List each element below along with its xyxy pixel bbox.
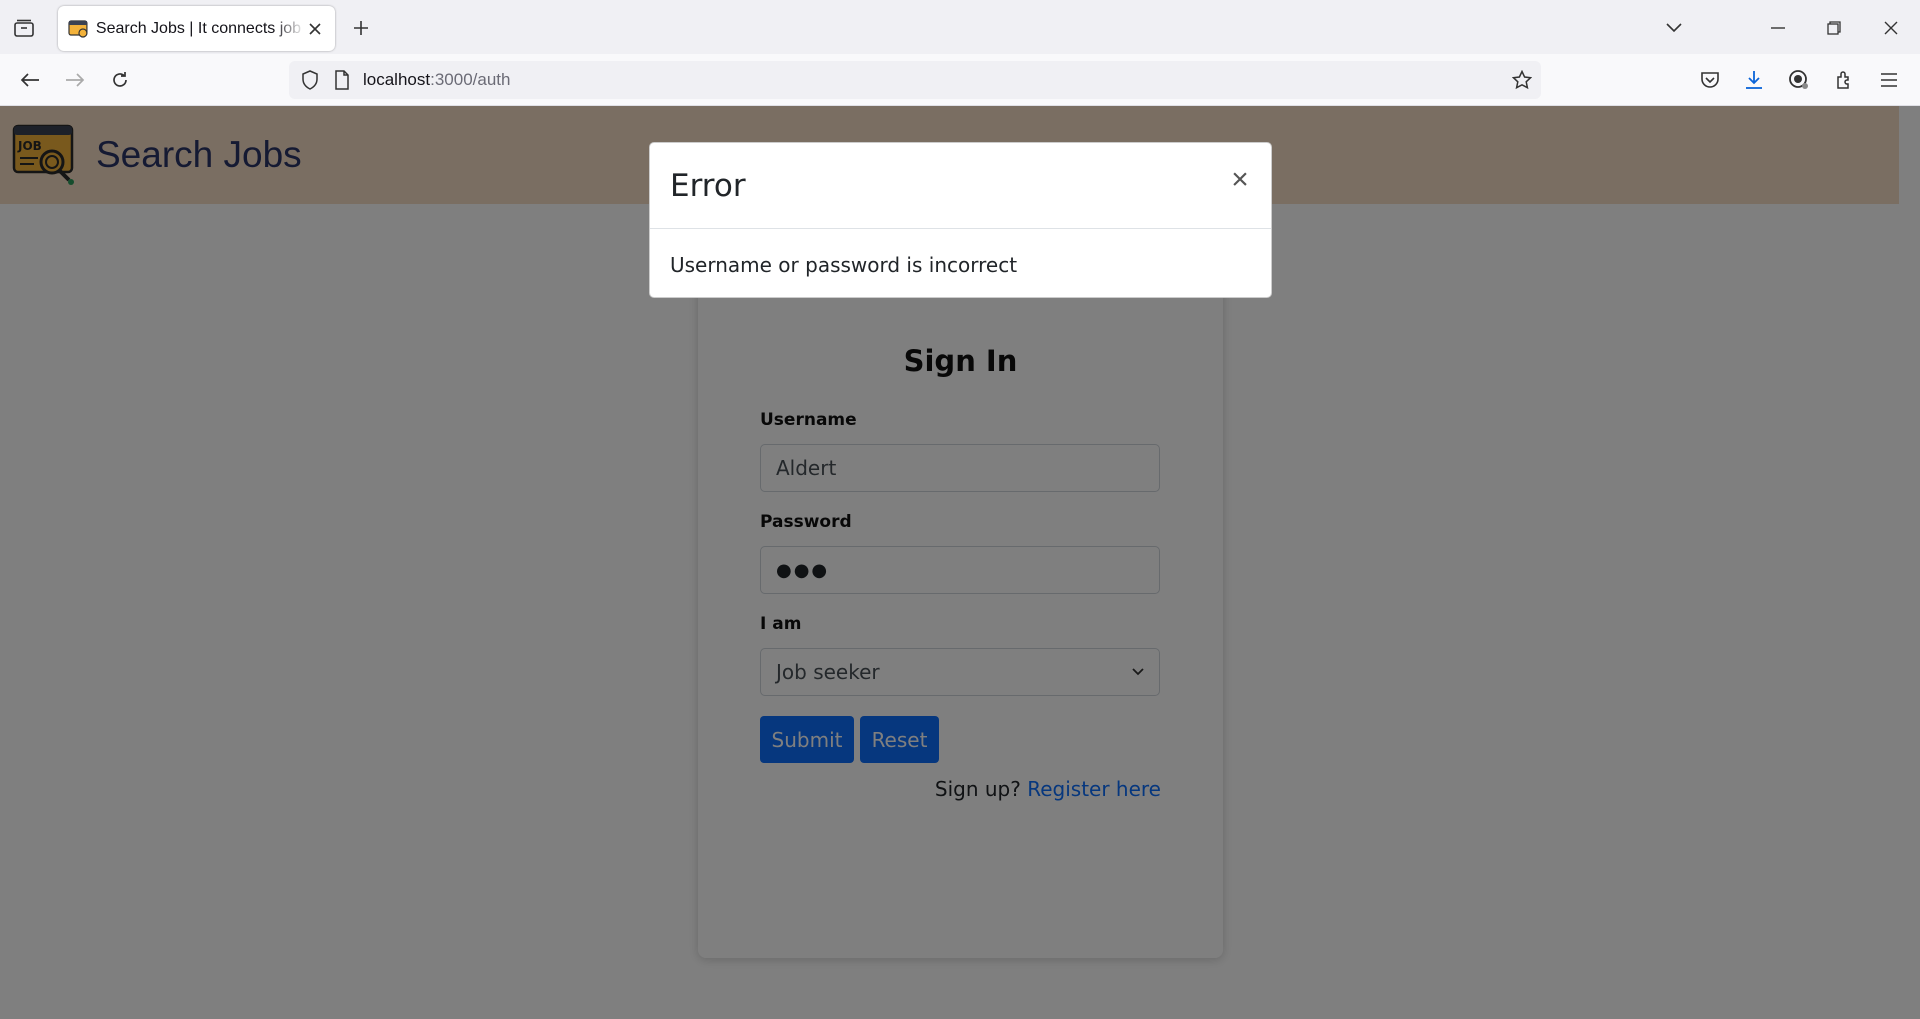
close-icon[interactable]: × [1227, 165, 1253, 195]
tab-title: Search Jobs | It connects job seekers [95, 19, 305, 37]
url-text[interactable]: localhost:3000/auth [363, 70, 510, 90]
back-icon[interactable] [17, 67, 43, 93]
restore-icon[interactable] [1820, 14, 1848, 42]
app-menu-icon[interactable] [1876, 67, 1902, 93]
url-path: :3000/auth [430, 70, 511, 89]
modal-header: Error × [650, 143, 1271, 229]
pocket-icon[interactable] [1697, 67, 1723, 93]
url-host: localhost [363, 70, 431, 89]
job-favicon-icon [68, 19, 88, 38]
error-modal: Error × Username or password is incorrec… [649, 142, 1272, 298]
extensions-icon[interactable] [1831, 67, 1857, 93]
web-page: JOB Search Jobs Sign In Username Aldert … [0, 106, 1920, 1019]
browser-tab-bar: Search Jobs | It connects job seekers [0, 0, 1920, 54]
downloads-icon[interactable] [1741, 67, 1767, 93]
list-all-tabs-icon[interactable] [1660, 14, 1688, 42]
account-extension-icon[interactable] [1786, 67, 1812, 93]
new-tab-icon[interactable] [349, 16, 373, 40]
browser-tab-active[interactable]: Search Jobs | It connects job seekers [58, 6, 335, 51]
modal-message: Username or password is incorrect [670, 253, 1018, 277]
tab-close-icon[interactable] [305, 19, 325, 39]
browser-nav-bar: localhost:3000/auth [0, 54, 1920, 106]
reload-icon[interactable] [107, 67, 133, 93]
tab-list-icon[interactable] [12, 16, 36, 40]
close-window-icon[interactable] [1877, 14, 1905, 42]
url-bar[interactable]: localhost:3000/auth [289, 61, 1541, 99]
modal-title: Error [670, 167, 746, 204]
tracking-shield-icon[interactable] [299, 69, 321, 91]
forward-icon[interactable] [62, 67, 88, 93]
minimize-icon[interactable] [1764, 14, 1792, 42]
bookmark-star-icon[interactable] [1511, 69, 1533, 91]
page-info-icon[interactable] [331, 69, 353, 91]
